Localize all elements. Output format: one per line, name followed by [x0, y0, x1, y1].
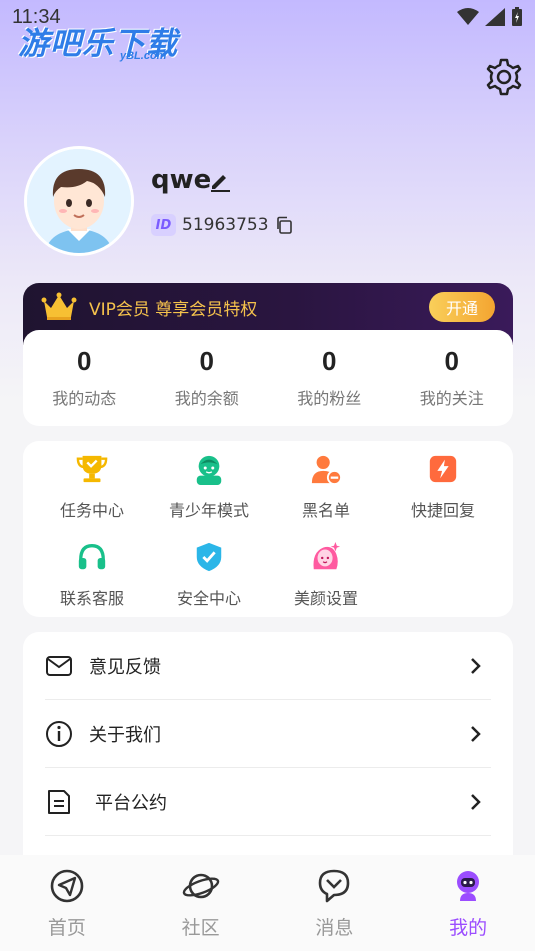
menu-item-platform-rules[interactable]: 平台公约	[45, 768, 491, 836]
beauty-icon	[313, 541, 341, 570]
avatar-illustration	[27, 149, 131, 253]
feature-teen-mode[interactable]: 青少年模式	[150, 441, 268, 521]
watermark-domain: yBL.com	[120, 50, 167, 62]
menu-item-about[interactable]: 关于我们	[45, 700, 491, 768]
username: qwe	[151, 165, 212, 195]
send-icon	[50, 869, 84, 903]
feature-customer-service[interactable]: 联系客服	[33, 529, 151, 609]
status-icons	[457, 7, 523, 27]
signal-icon	[485, 8, 505, 26]
chevron-right-icon	[471, 726, 481, 742]
feature-label: 安全中心	[176, 589, 241, 608]
id-badge: ID	[151, 214, 176, 236]
teen-icon	[196, 455, 222, 485]
feature-grid: 任务中心 青少年模式 黑名单 快捷回复 联系客服 安全中心 美颜设置	[23, 441, 513, 617]
lightning-icon	[429, 455, 457, 483]
feature-quick-reply[interactable]: 快捷回复	[384, 441, 502, 521]
menu-item-feedback[interactable]: 意见反馈	[45, 632, 491, 700]
stat-label: 我的粉丝	[297, 389, 362, 408]
trophy-icon	[76, 455, 108, 483]
avatar[interactable]	[24, 146, 134, 256]
stats-card: 0 我的动态 0 我的余额 0 我的粉丝 0 我的关注	[23, 330, 513, 426]
vip-text: VIP会员 尊享会员特权	[89, 300, 258, 320]
edit-pencil-icon[interactable]	[208, 169, 232, 193]
headphones-icon	[78, 544, 106, 570]
tab-home[interactable]: 首页	[0, 855, 134, 951]
tab-community[interactable]: 社区	[134, 855, 268, 951]
tab-mine[interactable]: 我的	[401, 855, 535, 951]
tab-label: 首页	[47, 917, 86, 939]
feature-label: 美颜设置	[293, 589, 358, 608]
stat-fans[interactable]: 0 我的粉丝	[268, 330, 391, 426]
bottom-tab-bar: 首页 社区 消息 我的	[0, 855, 535, 951]
stat-label: 我的关注	[419, 389, 484, 408]
feature-label: 联系客服	[59, 589, 124, 608]
tab-label: 消息	[315, 917, 354, 939]
stat-value: 0	[444, 346, 459, 376]
copy-icon[interactable]	[275, 216, 293, 234]
mail-icon	[46, 655, 72, 676]
document-icon	[48, 789, 70, 814]
feature-label: 任务中心	[59, 501, 124, 520]
feature-label: 黑名单	[301, 501, 350, 520]
tab-label: 我的	[449, 917, 488, 939]
stat-value: 0	[77, 346, 92, 376]
feature-task-center[interactable]: 任务中心	[33, 441, 151, 521]
stat-following[interactable]: 0 我的关注	[391, 330, 514, 426]
feature-blacklist[interactable]: 黑名单	[267, 441, 385, 521]
vip-open-button[interactable]: 开通	[429, 292, 495, 322]
feature-label: 快捷回复	[410, 501, 475, 520]
feature-beauty-settings[interactable]: 美颜设置	[267, 529, 385, 609]
menu-label: 关于我们	[89, 724, 161, 746]
chevron-right-icon	[471, 658, 481, 674]
menu-label: 平台公约	[95, 792, 167, 814]
profile-bot-icon	[457, 871, 480, 901]
stat-posts[interactable]: 0 我的动态	[23, 330, 146, 426]
shield-icon	[196, 542, 222, 572]
user-id-row: ID 51963753	[151, 214, 293, 236]
settings-gear-icon[interactable]	[484, 57, 524, 97]
info-icon	[46, 720, 72, 747]
menu-list: 意见反馈 关于我们 平台公约	[23, 632, 513, 872]
chevron-right-icon	[471, 794, 481, 810]
stat-value: 0	[199, 346, 214, 376]
tab-messages[interactable]: 消息	[268, 855, 402, 951]
menu-label: 意见反馈	[89, 656, 161, 678]
crown-icon	[41, 292, 77, 320]
blacklist-icon	[311, 455, 342, 485]
feature-label: 青少年模式	[168, 501, 249, 520]
id-number: 51963753	[182, 215, 269, 235]
message-heart-icon	[319, 869, 350, 903]
stat-label: 我的余额	[174, 389, 239, 408]
feature-security-center[interactable]: 安全中心	[150, 529, 268, 609]
tab-label: 社区	[181, 917, 220, 939]
stat-label: 我的动态	[52, 389, 117, 408]
stat-balance[interactable]: 0 我的余额	[146, 330, 269, 426]
wifi-icon	[457, 8, 479, 25]
planet-icon	[182, 873, 219, 899]
stat-value: 0	[322, 346, 337, 376]
battery-icon	[512, 7, 522, 26]
